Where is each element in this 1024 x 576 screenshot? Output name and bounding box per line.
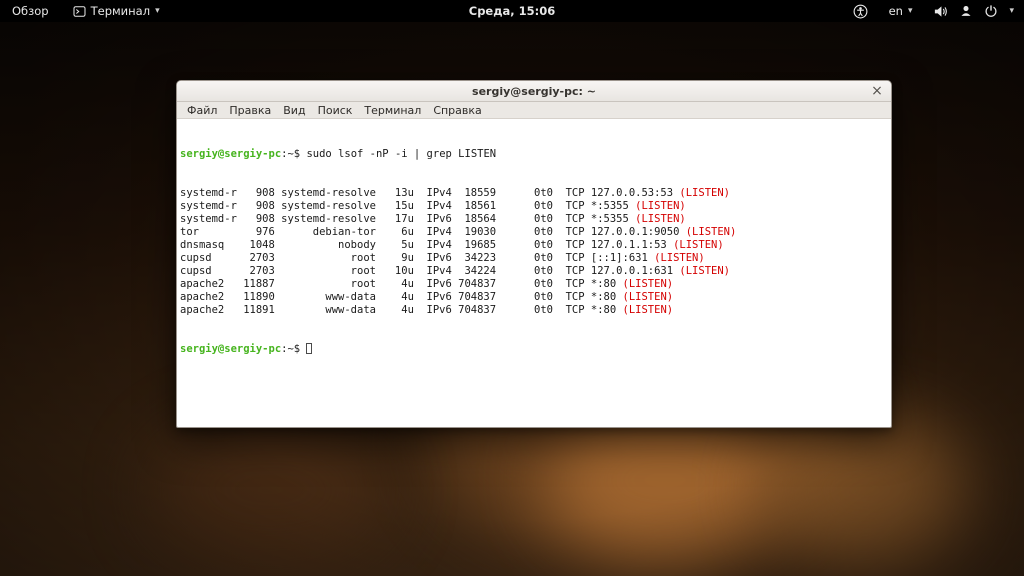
menu-terminal[interactable]: Терминал (358, 102, 427, 119)
terminal-app-icon (73, 6, 86, 17)
listen-state: (LISTEN) (679, 187, 730, 199)
terminal-command-line: sergiy@sergiy-pc:~$ sudo lsof -nP -i | g… (180, 148, 888, 161)
menu-help[interactable]: Справка (427, 102, 487, 119)
terminal-output: systemd-r 908 systemd-resolve 13u IPv4 1… (180, 187, 888, 317)
activities-label: Обзор (12, 4, 49, 18)
listen-state: (LISTEN) (686, 226, 737, 238)
menu-view[interactable]: Вид (277, 102, 311, 119)
terminal-prompt-line: sergiy@sergiy-pc:~$ (180, 343, 888, 356)
terminal-output-line: apache2 11891 www-data 4u IPv6 704837 0t… (180, 304, 888, 317)
prompt-tail: :~$ (281, 343, 306, 355)
clock[interactable]: Среда, 15:06 (469, 0, 556, 22)
lsof-row-text: apache2 11887 root 4u IPv6 704837 0t0 TC… (180, 278, 623, 290)
window-title: sergiy@sergiy-pc: ~ (472, 85, 596, 98)
prompt-user-host: sergiy@sergiy-pc (180, 148, 281, 160)
terminal-output-line: dnsmasq 1048 nobody 5u IPv4 19685 0t0 TC… (180, 239, 888, 252)
terminal-output-line: cupsd 2703 root 9u IPv6 34223 0t0 TCP [:… (180, 252, 888, 265)
lsof-row-text: systemd-r 908 systemd-resolve 15u IPv4 1… (180, 200, 635, 212)
lsof-row-text: tor 976 debian-tor 6u IPv4 19030 0t0 TCP… (180, 226, 686, 238)
menu-file[interactable]: Файл (181, 102, 223, 119)
listen-state: (LISTEN) (623, 291, 674, 303)
keyboard-layout-menu[interactable]: en ▾ (885, 0, 917, 22)
lsof-row-text: apache2 11891 www-data 4u IPv6 704837 0t… (180, 304, 623, 316)
chevron-down-icon: ▾ (1009, 6, 1014, 16)
close-icon: × (871, 83, 883, 99)
terminal-output-line: systemd-r 908 systemd-resolve 15u IPv4 1… (180, 200, 888, 213)
close-button[interactable]: × (867, 81, 887, 101)
terminal-body[interactable]: sergiy@sergiy-pc:~$ sudo lsof -nP -i | g… (177, 119, 891, 426)
prompt-user-host: sergiy@sergiy-pc (180, 343, 281, 355)
lsof-row-text: systemd-r 908 systemd-resolve 17u IPv6 1… (180, 213, 635, 225)
keyboard-layout-label: en (889, 4, 903, 18)
volume-icon (933, 4, 948, 19)
desktop: Обзор Терминал ▾ Среда, 15:06 en ▾ (0, 0, 1024, 576)
listen-state: (LISTEN) (623, 278, 674, 290)
terminal-output-line: apache2 11887 root 4u IPv6 704837 0t0 TC… (180, 278, 888, 291)
menu-search[interactable]: Поиск (312, 102, 359, 119)
chevron-down-icon: ▾ (155, 6, 160, 16)
command-text: sudo lsof -nP -i | grep LISTEN (306, 148, 496, 160)
system-menu[interactable]: ▾ (929, 0, 1018, 22)
activities-button[interactable]: Обзор (8, 0, 53, 22)
terminal-output-line: systemd-r 908 systemd-resolve 17u IPv6 1… (180, 213, 888, 226)
lsof-row-text: cupsd 2703 root 10u IPv4 34224 0t0 TCP 1… (180, 265, 679, 277)
listen-state: (LISTEN) (635, 200, 686, 212)
app-menu-terminal[interactable]: Терминал ▾ (69, 0, 164, 22)
accessibility-icon (853, 4, 868, 19)
user-icon (959, 4, 973, 18)
accessibility-menu[interactable] (849, 0, 872, 22)
listen-state: (LISTEN) (635, 213, 686, 225)
title-bar[interactable]: sergiy@sergiy-pc: ~ × (177, 81, 891, 102)
listen-state: (LISTEN) (679, 265, 730, 277)
listen-state: (LISTEN) (654, 252, 705, 264)
terminal-output-line: cupsd 2703 root 10u IPv4 34224 0t0 TCP 1… (180, 265, 888, 278)
app-menu-label: Терминал (91, 4, 150, 18)
lsof-row-text: cupsd 2703 root 9u IPv6 34223 0t0 TCP [:… (180, 252, 654, 264)
lsof-row-text: systemd-r 908 systemd-resolve 13u IPv4 1… (180, 187, 679, 199)
terminal-cursor (306, 343, 312, 354)
menu-bar: Файл Правка Вид Поиск Терминал Справка (177, 102, 891, 119)
power-icon (984, 4, 998, 18)
top-bar: Обзор Терминал ▾ Среда, 15:06 en ▾ (0, 0, 1024, 22)
terminal-window: sergiy@sergiy-pc: ~ × Файл Правка Вид По… (176, 80, 892, 428)
terminal-output-line: systemd-r 908 systemd-resolve 13u IPv4 1… (180, 187, 888, 200)
lsof-row-text: apache2 11890 www-data 4u IPv6 704837 0t… (180, 291, 623, 303)
terminal-output-line: apache2 11890 www-data 4u IPv6 704837 0t… (180, 291, 888, 304)
listen-state: (LISTEN) (623, 304, 674, 316)
menu-edit[interactable]: Правка (223, 102, 277, 119)
prompt-tail: :~$ (281, 148, 306, 160)
lsof-row-text: dnsmasq 1048 nobody 5u IPv4 19685 0t0 TC… (180, 239, 673, 251)
chevron-down-icon: ▾ (908, 6, 913, 16)
listen-state: (LISTEN) (673, 239, 724, 251)
terminal-output-line: tor 976 debian-tor 6u IPv4 19030 0t0 TCP… (180, 226, 888, 239)
